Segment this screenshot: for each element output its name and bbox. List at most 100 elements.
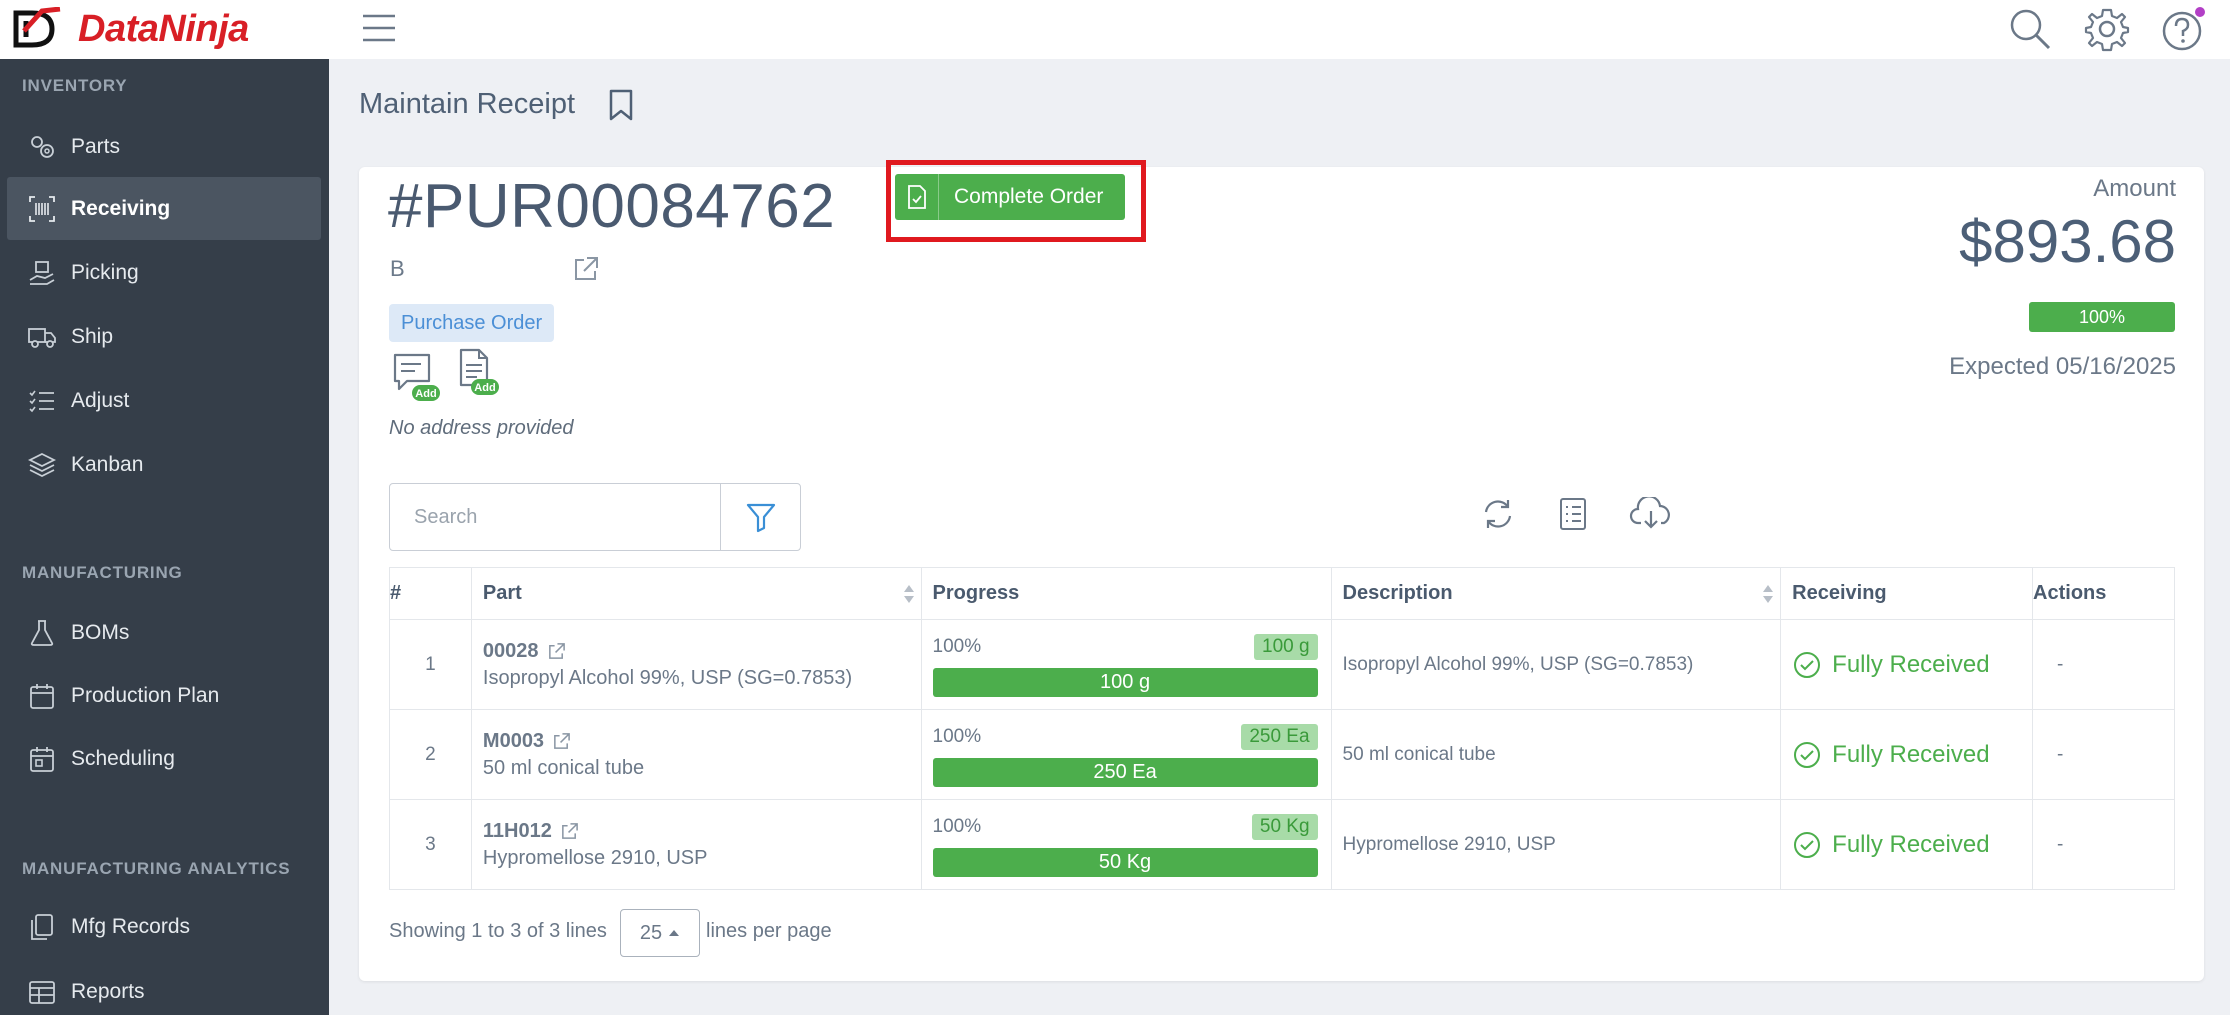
notification-dot — [2195, 7, 2205, 17]
bookmark-icon[interactable] — [606, 88, 636, 122]
part-code-link[interactable]: 11H012 — [483, 820, 552, 843]
receipt-card: #PUR00084762 B Purchase Order Add Add No… — [359, 160, 2204, 981]
gears-icon — [27, 132, 57, 162]
sidebar-item-label: Reports — [71, 979, 145, 1003]
sidebar-item-mfg-records[interactable]: Mfg Records — [7, 895, 321, 958]
caret-up-icon — [669, 930, 680, 936]
sidebar-item-picking[interactable]: Picking — [7, 241, 321, 304]
progress-cell: 100% 100 g 100 g — [920, 619, 1332, 710]
sidebar-item-label: Scheduling — [71, 746, 175, 770]
svg-text:Add: Add — [415, 388, 436, 400]
check-circle-icon — [1794, 741, 1821, 768]
page-title: Maintain Receipt — [359, 88, 575, 120]
check-circle-icon — [1794, 831, 1821, 858]
external-link-icon[interactable] — [552, 732, 571, 751]
part-cell: 00028 Isopropyl Alcohol 99%, USP (SG=0.7… — [470, 619, 922, 710]
sidebar: INVENTORY Parts Receiving Picking Ship A… — [0, 59, 329, 1015]
quantity-badge: 250 Ea — [1241, 724, 1318, 750]
sidebar-item-label: Parts — [71, 134, 121, 158]
search-icon[interactable] — [2007, 6, 2053, 52]
menu-toggle-icon[interactable] — [361, 10, 397, 46]
sort-icon[interactable] — [903, 583, 915, 605]
per-page-select[interactable]: 25 — [620, 909, 700, 957]
table-row: 3 11H012 Hypromellose 2910, USP 100% 50 K… — [389, 799, 2175, 890]
receiving-status: Fully Received — [1832, 830, 1990, 858]
address-text: No address provided — [389, 417, 574, 439]
sidebar-item-production-plan[interactable]: Production Plan — [7, 664, 321, 727]
sidebar-item-label: Picking — [71, 260, 139, 284]
description-cell: Isopropyl Alcohol 99%, USP (SG=0.7853) — [1330, 619, 1782, 710]
column-header-description[interactable]: Description — [1330, 567, 1782, 620]
part-code-link[interactable]: 00028 — [483, 640, 539, 663]
sidebar-item-reports[interactable]: Reports — [7, 960, 321, 1015]
part-name: Hypromellose 2910, USP — [482, 846, 708, 869]
cloud-download-icon[interactable] — [1629, 492, 1673, 536]
per-page-value: 25 — [639, 921, 663, 944]
complete-order-button[interactable]: Complete Order — [895, 174, 1125, 220]
sidebar-item-label: Production Plan — [71, 683, 220, 707]
part-code-link[interactable]: M0003 — [483, 730, 544, 753]
document-check-icon — [895, 174, 939, 220]
sort-icon[interactable] — [1762, 583, 1774, 605]
search-field[interactable] — [389, 483, 721, 551]
help-icon[interactable] — [2160, 6, 2206, 52]
part-cell: 11H012 Hypromellose 2910, USP — [470, 799, 922, 890]
sidebar-item-boms[interactable]: BOMs — [7, 601, 321, 664]
progress-bar: 100 g — [932, 668, 1318, 697]
quantity-badge: 100 g — [1254, 634, 1318, 660]
sidebar-item-receiving[interactable]: Receiving — [7, 177, 321, 240]
checklist-icon — [27, 386, 57, 416]
sidebar-item-label: Ship — [71, 324, 114, 348]
sidebar-item-scheduling[interactable]: Scheduling — [7, 727, 321, 790]
highlight-box: Complete Order — [886, 160, 1146, 242]
column-header-receiving: Receiving — [1780, 567, 2034, 620]
sidebar-item-parts[interactable]: Parts — [7, 115, 321, 178]
flask-icon — [27, 618, 57, 648]
column-header-progress: Progress — [920, 567, 1332, 620]
amount-progress-badge: 100% — [2029, 302, 2175, 332]
receiving-cell: Fully Received — [1780, 619, 2034, 710]
dataninja-logo-icon — [13, 7, 61, 48]
add-note-icon[interactable]: Add — [391, 351, 440, 401]
expected-date: Expected 05/16/2025 — [1949, 353, 2176, 380]
filter-button[interactable] — [720, 483, 801, 551]
progress-percent: 100% — [932, 816, 982, 837]
column-list-icon[interactable] — [1551, 492, 1595, 536]
sidebar-item-label: Receiving — [71, 196, 171, 220]
progress-bar: 250 Ea — [932, 758, 1318, 787]
receipt-lines-table: # Part Progress Description Receiving Ac… — [389, 567, 2175, 890]
external-link-icon[interactable] — [547, 642, 566, 661]
sidebar-item-ship[interactable]: Ship — [7, 305, 321, 368]
progress-cell: 100% 250 Ea 250 Ea — [920, 709, 1332, 800]
search-input[interactable] — [390, 484, 720, 550]
section-manufacturing: MANUFACTURING — [22, 563, 183, 582]
check-circle-icon — [1794, 651, 1821, 678]
calendar-check-icon — [27, 744, 57, 774]
column-header-part[interactable]: Part — [470, 567, 922, 620]
table-header-row: # Part Progress Description Receiving Ac… — [389, 567, 2175, 620]
sidebar-item-adjust[interactable]: Adjust — [7, 369, 321, 432]
external-link-icon[interactable] — [560, 822, 579, 841]
part-name: 50 ml conical tube — [482, 756, 645, 779]
amount-value: $893.68 — [1959, 208, 2176, 275]
sidebar-item-kanban[interactable]: Kanban — [7, 433, 321, 496]
refresh-icon[interactable] — [1476, 492, 1520, 536]
add-document-icon[interactable]: Add — [457, 347, 503, 397]
logo[interactable]: DataNinja — [12, 6, 249, 52]
actions-cell: - — [2032, 799, 2175, 890]
external-link-icon[interactable] — [572, 255, 600, 283]
sidebar-item-label: Mfg Records — [71, 914, 191, 938]
layers-icon — [27, 450, 57, 480]
actions-cell: - — [2032, 709, 2175, 800]
receiving-cell: Fully Received — [1780, 799, 2034, 890]
hand-box-icon — [27, 258, 57, 288]
row-number: 1 — [389, 619, 472, 710]
column-header-actions: Actions — [2032, 567, 2175, 620]
gear-icon[interactable] — [2084, 6, 2130, 52]
complete-order-label: Complete Order — [954, 185, 1104, 208]
sidebar-item-label: Kanban — [71, 452, 144, 476]
documents-icon — [27, 912, 57, 942]
receiving-status: Fully Received — [1832, 740, 1990, 768]
top-bar: DataNinja — [0, 0, 2230, 59]
table-row: 2 M0003 50 ml conical tube 100% 250 Ea 25… — [389, 709, 2175, 800]
